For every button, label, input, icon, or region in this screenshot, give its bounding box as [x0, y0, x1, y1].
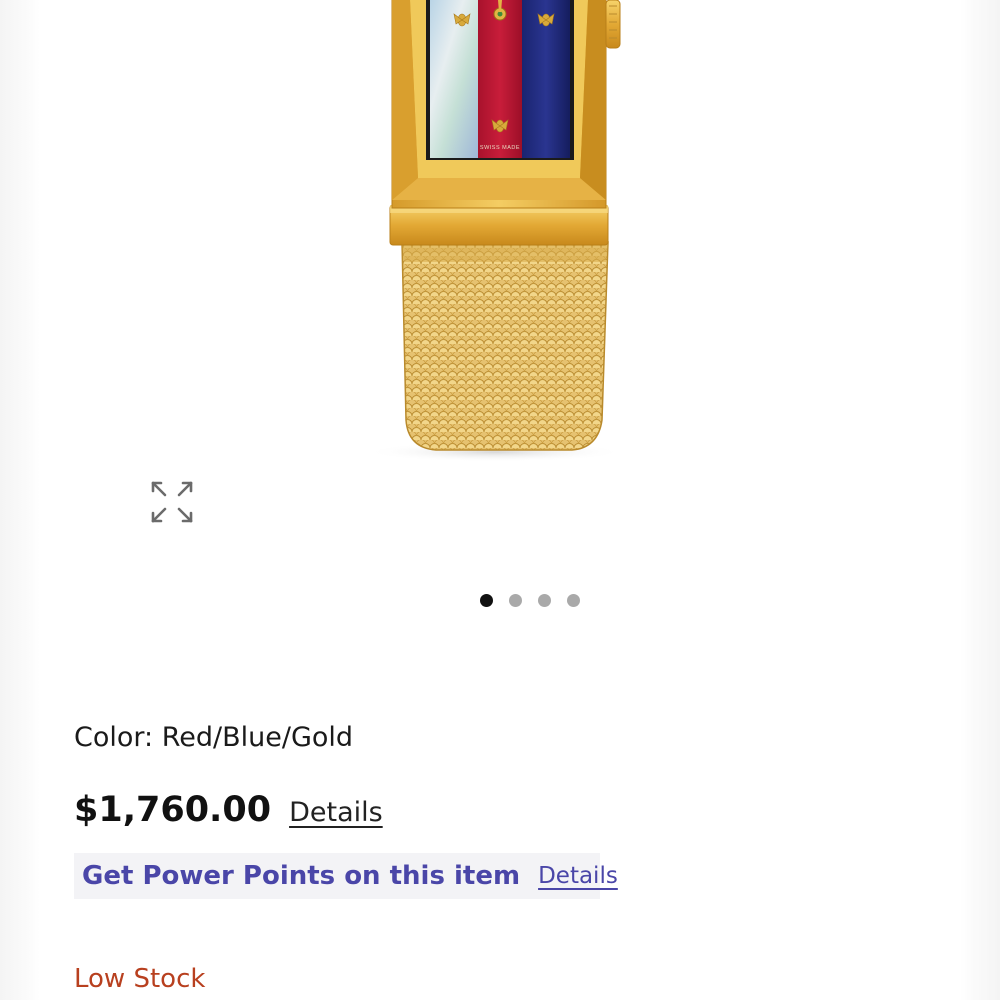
stock-status: Low Stock	[74, 964, 206, 994]
color-selection: Color: Red/Blue/Gold	[74, 722, 353, 753]
dial-swiss-made-text: SWISS MADE	[480, 145, 520, 151]
right-edge-shadow	[960, 0, 1000, 1000]
power-points-banner: Get Power Points on this item Details	[74, 853, 618, 899]
carousel-dot-4[interactable]	[567, 593, 580, 607]
product-image-gallery[interactable]: SWISS MADE	[40, 0, 960, 640]
product-price: $1,760.00	[74, 790, 272, 830]
carousel-dot-1[interactable]	[480, 593, 493, 607]
product-page: SWISS MADE Color: Red/Blue/Gold $1,760.0…	[0, 0, 1000, 1000]
product-watch-image[interactable]: SWISS MADE	[340, 0, 660, 470]
color-label: Color:	[74, 722, 154, 753]
expand-arrows-icon	[151, 481, 193, 523]
left-edge-shadow	[0, 0, 40, 1000]
carousel-dot-2[interactable]	[509, 593, 522, 607]
power-points-text: Get Power Points on this item	[82, 861, 521, 891]
carousel-dots	[480, 592, 580, 608]
color-value: Red/Blue/Gold	[161, 722, 354, 753]
price-details-link[interactable]: Details	[289, 797, 383, 828]
carousel-dot-3[interactable]	[538, 593, 551, 607]
power-points-details-link[interactable]: Details	[538, 863, 618, 889]
price-row: $1,760.00 Details	[74, 790, 383, 830]
expand-image-button[interactable]	[148, 478, 196, 526]
